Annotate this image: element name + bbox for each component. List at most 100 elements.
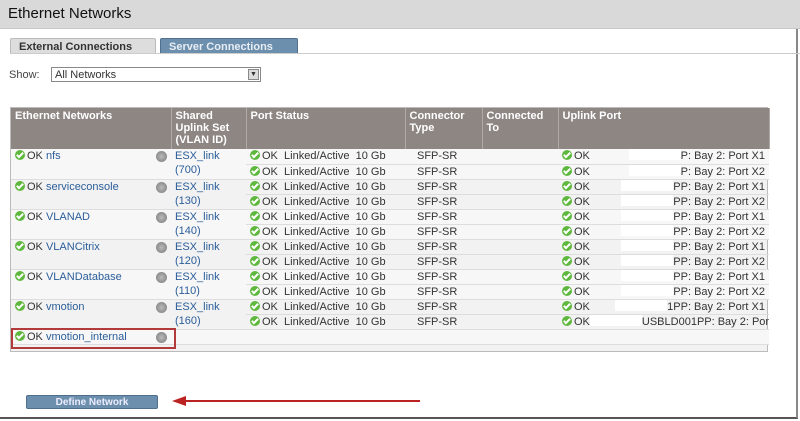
connector-type: SFP-SR — [405, 299, 482, 315]
uplink-port-cell: OK PP: Bay 2: Port X2 — [558, 284, 769, 300]
status-text: OK — [262, 300, 278, 313]
status-text: OK — [574, 270, 590, 283]
network-link[interactable]: nfs — [46, 150, 61, 162]
connected-to — [482, 164, 558, 180]
network-link[interactable]: vmotion — [46, 301, 85, 313]
uplink-set-cell: ESX_link (130) — [171, 179, 246, 210]
redaction — [621, 179, 674, 191]
redaction — [589, 314, 642, 326]
uplink-set-link[interactable]: ESX_link — [175, 241, 220, 253]
table-row: OK VLANCitrix ESX_link (120) OK Linked/Acti… — [11, 239, 769, 270]
ok-status-icon — [562, 285, 572, 296]
ok-status-icon — [250, 315, 260, 326]
uplink-set-link[interactable]: ESX_link — [175, 211, 220, 223]
status-text: OK — [262, 255, 278, 268]
define-network-button[interactable]: Define Network — [26, 395, 158, 409]
network-menu-icon[interactable] — [156, 271, 167, 283]
status-text: OK — [574, 150, 590, 162]
port-state: Linked/Active — [284, 270, 350, 283]
ok-status-icon — [562, 225, 572, 236]
uplink-set-link[interactable]: ESX_link — [175, 181, 220, 193]
uplink-set-link[interactable]: ESX_link — [175, 150, 220, 162]
chevron-down-icon[interactable]: ▼ — [248, 69, 259, 80]
ok-status-icon — [15, 180, 25, 191]
network-link[interactable]: serviceconsole — [46, 181, 119, 193]
uplink-set-cell: ESX_link (120) — [171, 239, 246, 270]
uplink-port-cell: OK PP: Bay 2: Port X2 — [558, 224, 769, 240]
column-header: Shared Uplink Set (VLAN ID) — [171, 108, 247, 149]
port-state: Linked/Active — [284, 180, 350, 193]
network-cell: OK nfs — [11, 149, 171, 180]
network-menu-icon[interactable] — [156, 211, 167, 223]
ok-status-icon — [15, 150, 25, 160]
uplink-port-cell: OK USBLD001PP: Bay 2: Port X2 — [558, 314, 769, 330]
uplink-port-cell: OK PP: Bay 2: Port X1 — [558, 209, 769, 225]
redaction — [621, 224, 674, 236]
status-text: OK — [262, 315, 278, 328]
port-status-cell: OK Linked/Active 10 Gb — [246, 209, 405, 225]
status-text: OK — [262, 210, 278, 223]
network-menu-icon[interactable] — [156, 301, 167, 313]
port-status-cell: OK Linked/Active 10 Gb — [246, 194, 405, 210]
ethernet-networks-table: Ethernet Networks Shared Uplink Set (VLAN… — [10, 107, 770, 352]
ok-status-icon — [562, 240, 572, 251]
port-state: Linked/Active — [284, 165, 350, 178]
connector-type: SFP-SR — [405, 164, 482, 180]
ok-status-icon — [250, 165, 260, 176]
network-link[interactable]: VLANCitrix — [46, 241, 100, 253]
status-text: OK — [574, 225, 590, 238]
uplink-port: P: Bay 2: Port X2 — [680, 165, 765, 178]
ok-status-icon — [562, 150, 572, 160]
status-text: OK — [574, 165, 590, 178]
network-cell: OK vmotion — [11, 299, 171, 330]
column-header: Port Status — [246, 108, 406, 149]
status-text: OK — [262, 165, 278, 178]
network-menu-icon[interactable] — [156, 181, 167, 193]
connected-to — [482, 269, 558, 285]
network-link[interactable]: VLANAD — [46, 211, 90, 223]
network-link[interactable]: VLANDatabase — [46, 271, 122, 283]
uplink-port-cell: OK PP: Bay 2: Port X2 — [558, 254, 769, 270]
status-text: OK — [262, 225, 278, 238]
ok-status-icon — [250, 210, 260, 221]
redaction — [621, 284, 674, 296]
status-text: OK — [262, 270, 278, 283]
ok-status-icon — [562, 180, 572, 191]
port-status-cell: OK Linked/Active 10 Gb — [246, 164, 405, 180]
arrow-annotation — [172, 396, 420, 406]
port-state: Linked/Active — [284, 255, 350, 268]
uplink-port-cell: OK PP: Bay 2: Port X1 — [558, 269, 769, 285]
uplink-set-link[interactable]: ESX_link — [175, 301, 220, 313]
highlight-box — [11, 328, 176, 349]
port-status-cell: OK Linked/Active 10 Gb — [246, 239, 405, 255]
port-status-cell: OK Linked/Active 10 Gb — [246, 314, 405, 330]
uplink-set-link[interactable]: ESX_link — [175, 271, 220, 283]
status-text: OK — [262, 180, 278, 193]
tab-external-connections[interactable]: External Connections — [10, 38, 156, 54]
tab-divider — [10, 53, 800, 54]
ok-status-icon — [250, 240, 260, 251]
uplink-set-cell: ESX_link (140) — [171, 209, 246, 240]
ok-status-icon — [562, 165, 572, 176]
status-text: OK — [574, 315, 590, 328]
status-text: OK — [574, 195, 590, 208]
table-row: OK VLANAD ESX_link (140) OK Linked/Active 1… — [11, 209, 769, 240]
network-menu-icon[interactable] — [156, 151, 167, 162]
column-header: Connected To — [482, 108, 559, 149]
ok-status-icon — [562, 255, 572, 266]
vlan-id: (140) — [175, 224, 201, 237]
port-state: Linked/Active — [284, 225, 350, 238]
network-menu-icon[interactable] — [156, 241, 167, 253]
vlan-id: (700) — [175, 164, 201, 176]
ok-status-icon — [250, 180, 260, 191]
connected-to — [482, 299, 558, 315]
port-status-cell: OK Linked/Active 10 Gb — [246, 224, 405, 240]
connected-to — [482, 314, 558, 330]
tab-server-connections[interactable]: Server Connections — [160, 38, 298, 54]
connected-to — [482, 209, 558, 225]
network-cell: OK serviceconsole — [11, 179, 171, 210]
show-select[interactable]: All Networks ▼ — [51, 67, 261, 82]
page-title: Ethernet Networks — [8, 5, 132, 22]
network-cell: OK VLANCitrix — [11, 239, 171, 270]
redaction — [621, 239, 674, 251]
